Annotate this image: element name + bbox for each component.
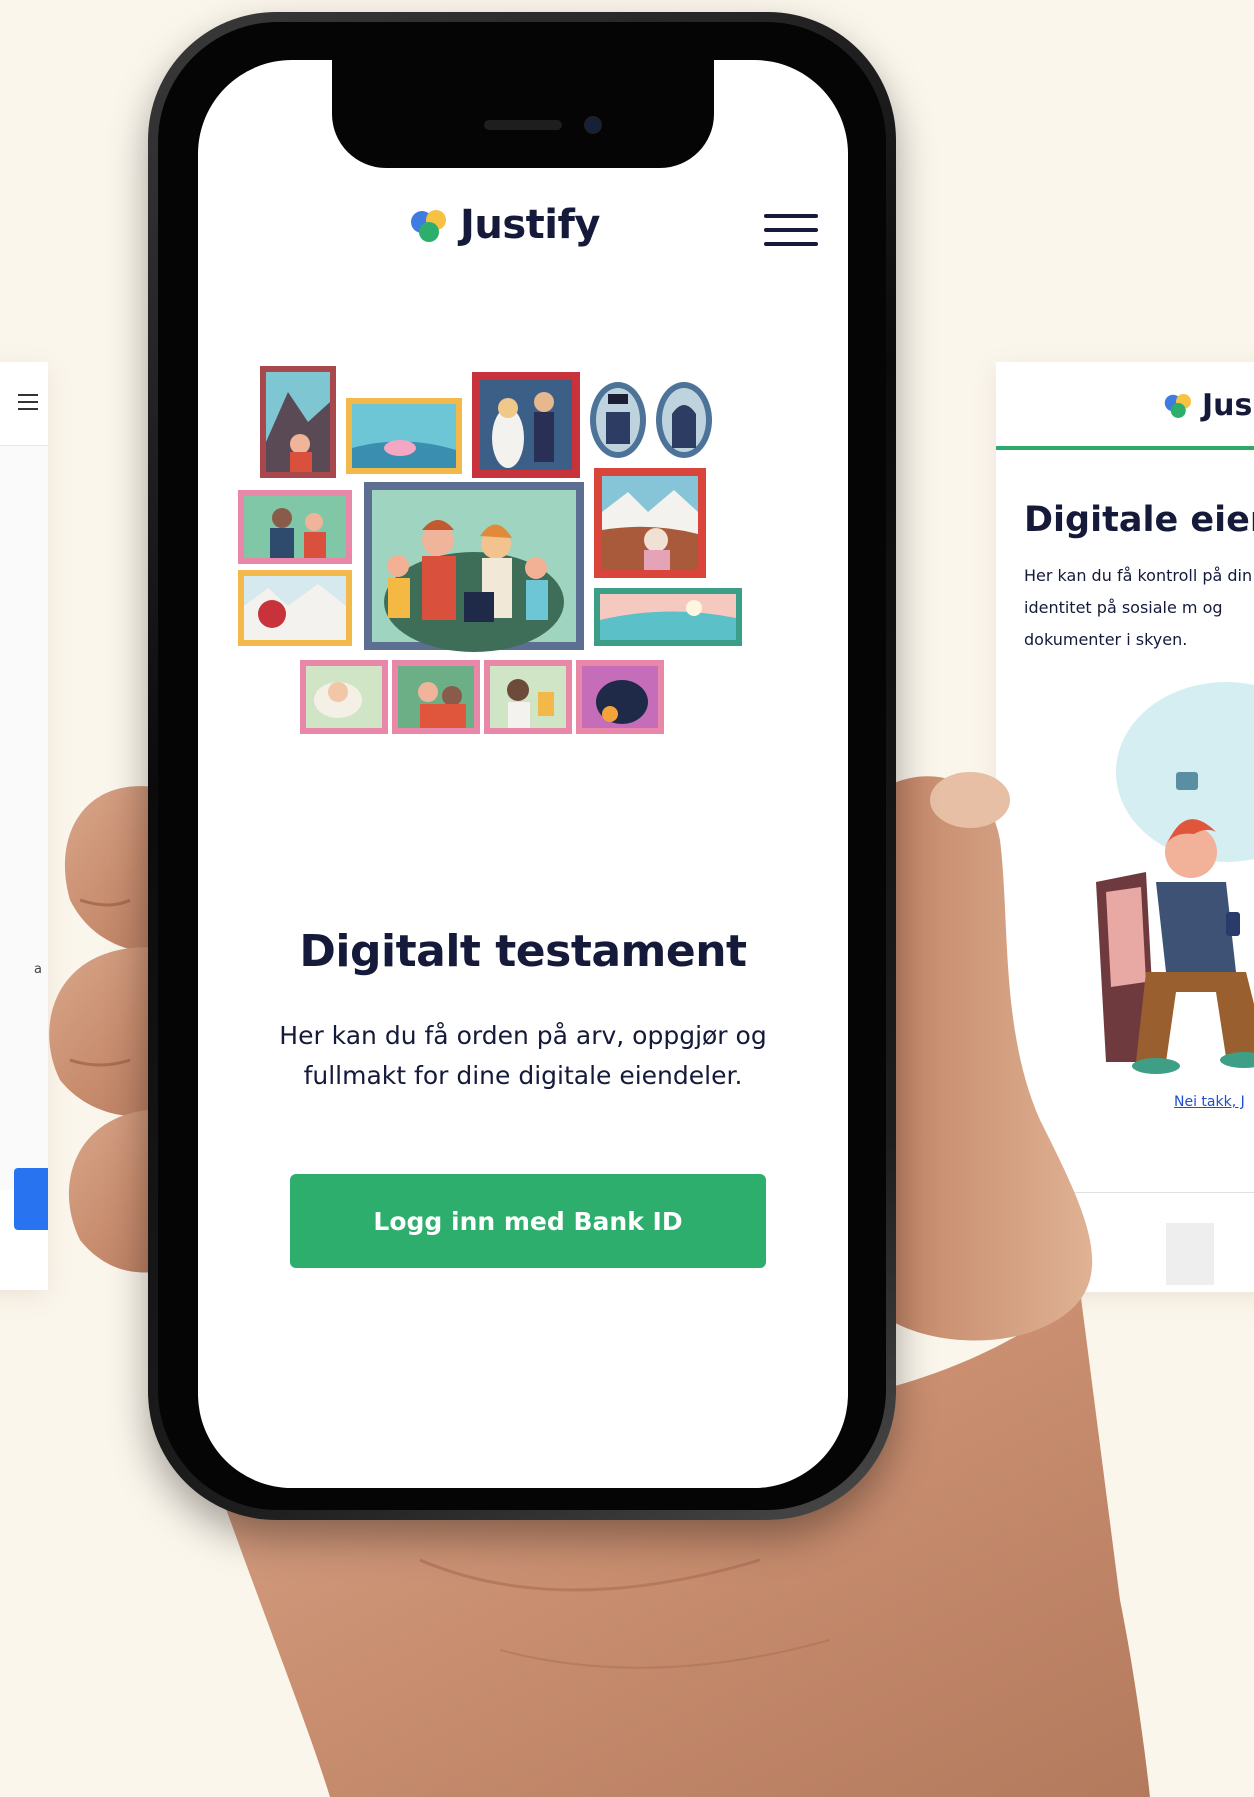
brand-name[interactable]: Justify <box>460 202 600 248</box>
speaker-grille <box>484 120 562 130</box>
front-camera-icon <box>584 116 602 134</box>
hamburger-menu-icon[interactable] <box>764 214 820 250</box>
page-title: Digitalt testament <box>299 926 747 977</box>
family-picture-frames-illustration <box>238 366 742 734</box>
phone-screen: Justify Digitalt testament Her kan du få… <box>198 60 848 1488</box>
bankid-login-button[interactable]: Logg inn med Bank ID <box>290 1174 766 1268</box>
page-subtitle: Her kan du få orden på arv, oppgjør og f… <box>279 1021 767 1090</box>
app-header: Justify <box>198 196 848 268</box>
phone-notch <box>332 60 714 168</box>
justify-logo-icon <box>411 210 446 242</box>
